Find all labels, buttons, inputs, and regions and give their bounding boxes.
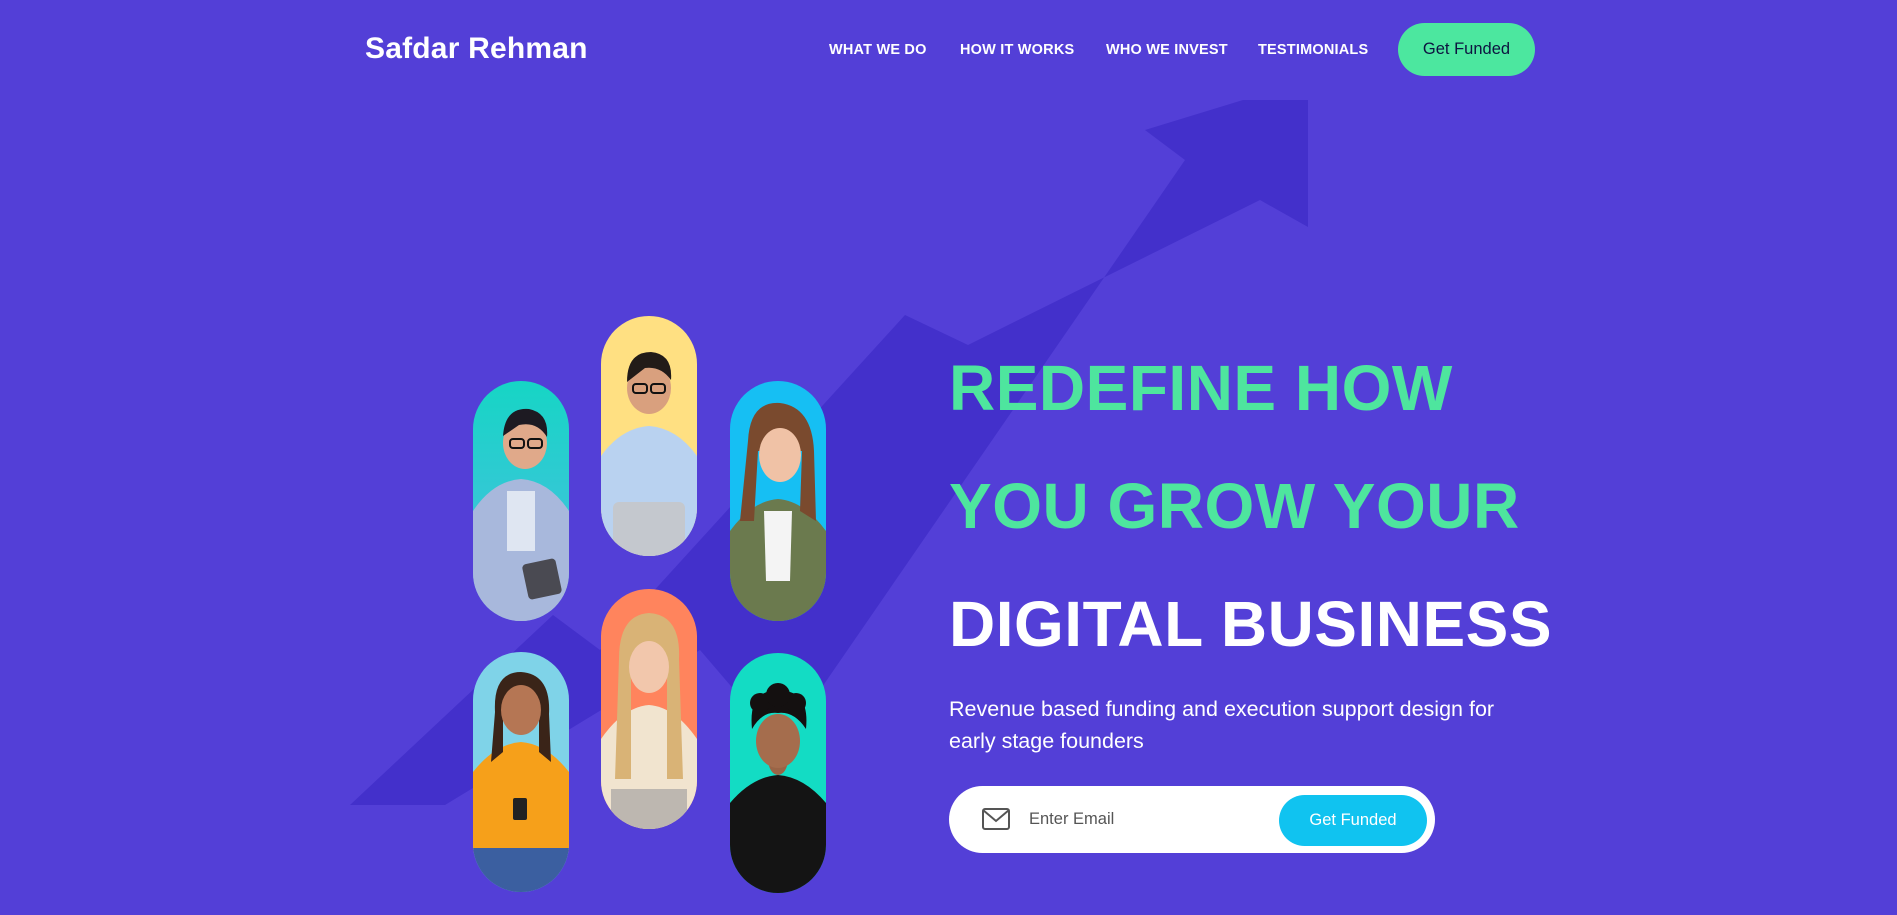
hero-line-2: YOU GROW YOUR xyxy=(949,470,1520,542)
nav-what-we-do[interactable]: WHAT WE DO xyxy=(829,42,927,58)
email-input[interactable] xyxy=(1029,804,1259,834)
main-nav: WHAT WE DO HOW IT WORKS WHO WE INVEST TE… xyxy=(0,42,1897,62)
founder-photo xyxy=(730,653,826,893)
nav-how-it-works[interactable]: HOW IT WORKS xyxy=(960,42,1074,58)
hero-subtitle: Revenue based funding and execution supp… xyxy=(949,697,1495,753)
hero-line-3: DIGITAL BUSINESS xyxy=(949,588,1553,660)
nav-who-we-invest[interactable]: WHO WE INVEST xyxy=(1106,42,1228,58)
mail-icon xyxy=(982,808,1010,830)
email-signup-form: Get Funded xyxy=(949,786,1435,853)
email-get-funded-button[interactable]: Get Funded xyxy=(1279,795,1427,846)
get-funded-button[interactable]: Get Funded xyxy=(1398,23,1535,76)
site-header: Safdar Rehman WHAT WE DO HOW IT WORKS WH… xyxy=(0,0,1897,100)
founder-photo xyxy=(473,381,569,621)
hero-line-1: REDEFINE HOW xyxy=(949,352,1453,424)
founder-photo xyxy=(730,381,826,621)
founder-photo xyxy=(601,316,697,556)
founder-photo xyxy=(473,652,569,892)
founder-photo xyxy=(601,589,697,829)
growth-arrow-graphic xyxy=(350,100,1308,805)
nav-testimonials[interactable]: TESTIMONIALS xyxy=(1258,42,1368,58)
